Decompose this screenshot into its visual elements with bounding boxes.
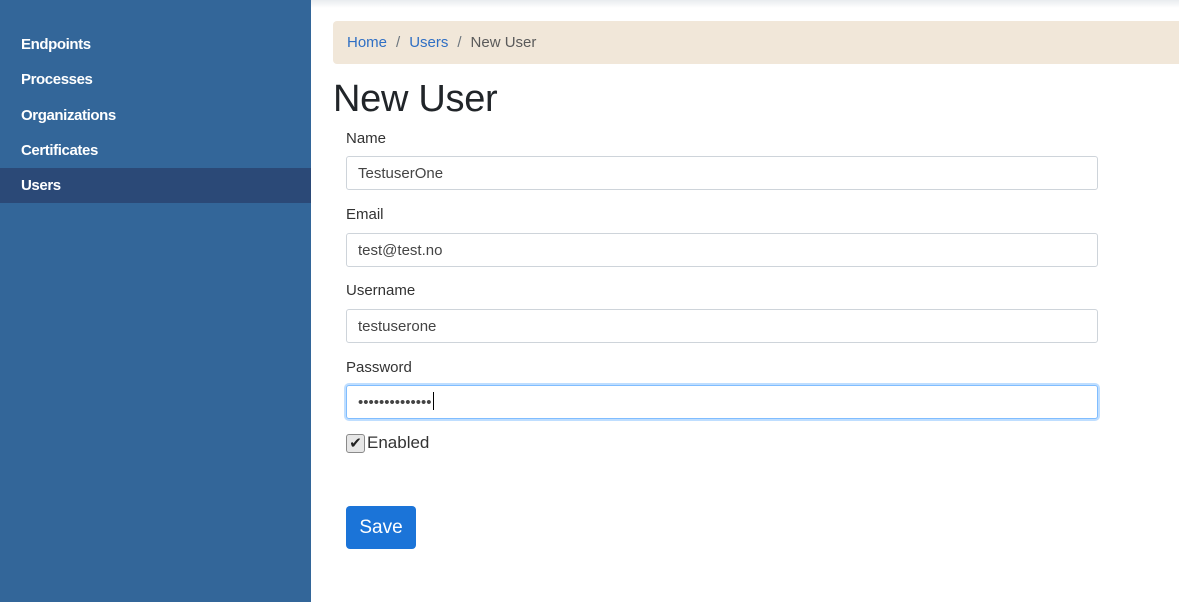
enabled-label: Enabled [367,433,430,452]
breadcrumb-current: New User [470,34,537,51]
sidebar-item-processes[interactable]: Processes [0,62,311,97]
name-input[interactable] [346,156,1098,190]
password-input[interactable] [346,385,1098,419]
breadcrumb-separator: / [396,34,401,51]
enabled-checkbox[interactable]: ✔ [346,433,365,453]
page-title: New User [333,78,498,120]
sidebar-item-certificates[interactable]: Certificates [0,133,311,168]
top-shadow [311,0,1179,8]
sidebar: Endpoints Processes Organizations Certif… [0,0,311,602]
enabled-checkbox-row[interactable]: ✔ Enabled [346,433,429,453]
sidebar-item-organizations[interactable]: Organizations [0,98,311,133]
text-cursor [433,392,434,410]
username-label: Username [346,282,416,299]
username-input[interactable] [346,309,1098,343]
breadcrumb-separator: / [457,34,462,51]
save-button[interactable]: Save [346,506,416,549]
sidebar-item-endpoints[interactable]: Endpoints [0,27,311,62]
sidebar-item-users[interactable]: Users [0,168,311,204]
breadcrumb: Home / Users / New User [333,21,1179,64]
email-input[interactable] [346,233,1098,267]
name-label: Name [346,130,387,147]
password-label: Password [346,359,412,376]
breadcrumb-users-link[interactable]: Users [409,34,448,51]
email-label: Email [346,206,384,223]
breadcrumb-home-link[interactable]: Home [347,34,387,51]
